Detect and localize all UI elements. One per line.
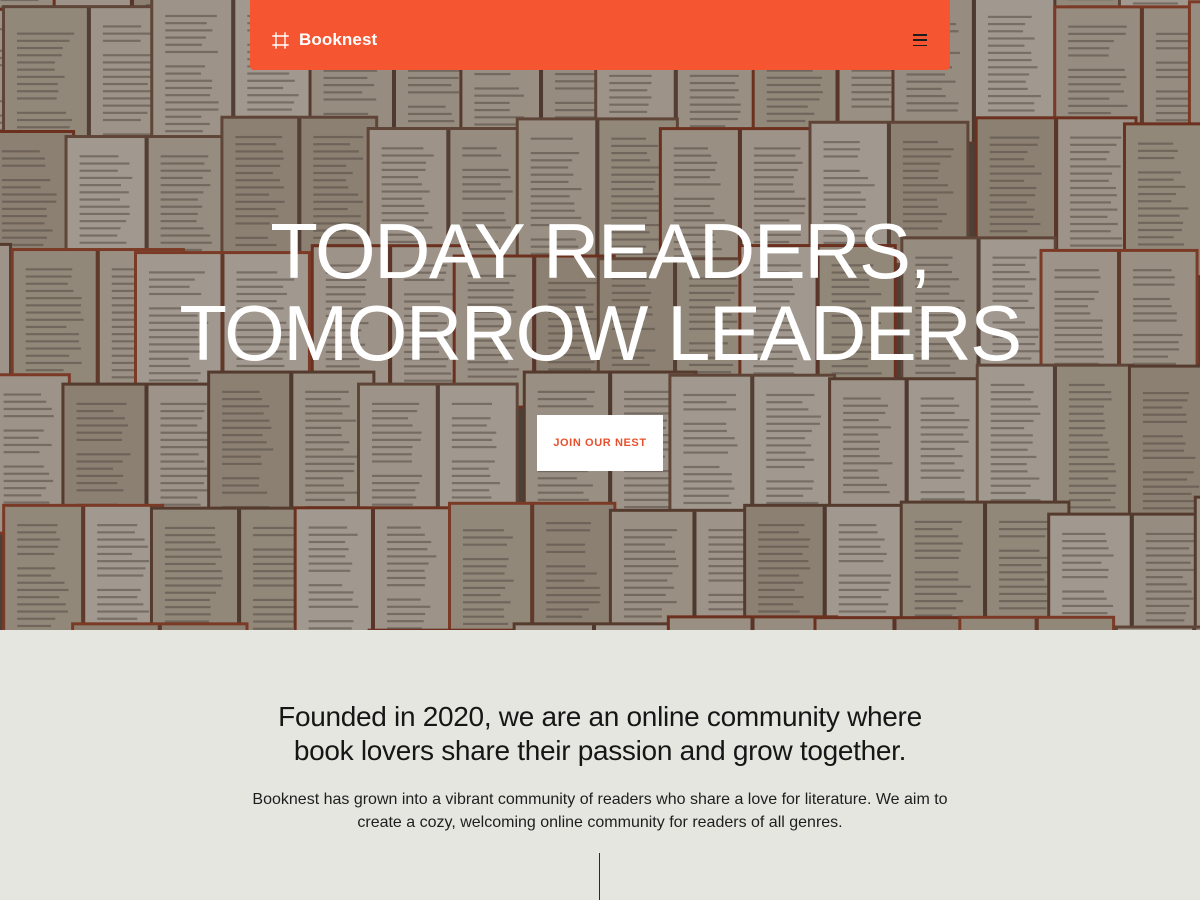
frame-icon xyxy=(272,31,289,49)
hamburger-menu-icon[interactable] xyxy=(912,33,928,47)
join-our-nest-button[interactable]: JOIN OUR NEST xyxy=(537,415,663,471)
brand-name: Booknest xyxy=(299,30,378,49)
about-description: Booknest has grown into a vibrant commun… xyxy=(240,788,960,834)
scroll-divider-line xyxy=(599,853,600,900)
about-heading-line-2: book lovers share their passion and grow… xyxy=(293,735,907,766)
hero-title: TODAY READERS, TOMORROW LEADERS xyxy=(0,210,1200,374)
about-heading: Founded in 2020, we are an online commun… xyxy=(200,700,1000,768)
about-description-line-2: create a cozy, welcoming online communit… xyxy=(357,814,843,831)
brand-logo-link[interactable]: Booknest xyxy=(272,30,377,50)
top-navigation-bar: Booknest xyxy=(250,0,950,70)
about-section: Founded in 2020, we are an online commun… xyxy=(0,630,1200,900)
about-heading-line-1: Founded in 2020, we are an online commun… xyxy=(278,701,922,732)
hero-title-line-2: TOMORROW LEADERS xyxy=(179,289,1022,377)
hero-title-line-1: TODAY READERS, xyxy=(270,207,931,295)
hero-section: Booknest TODAY READERS, TOMORROW LEADERS… xyxy=(0,0,1200,630)
about-description-line-1: Booknest has grown into a vibrant commun… xyxy=(252,791,948,808)
